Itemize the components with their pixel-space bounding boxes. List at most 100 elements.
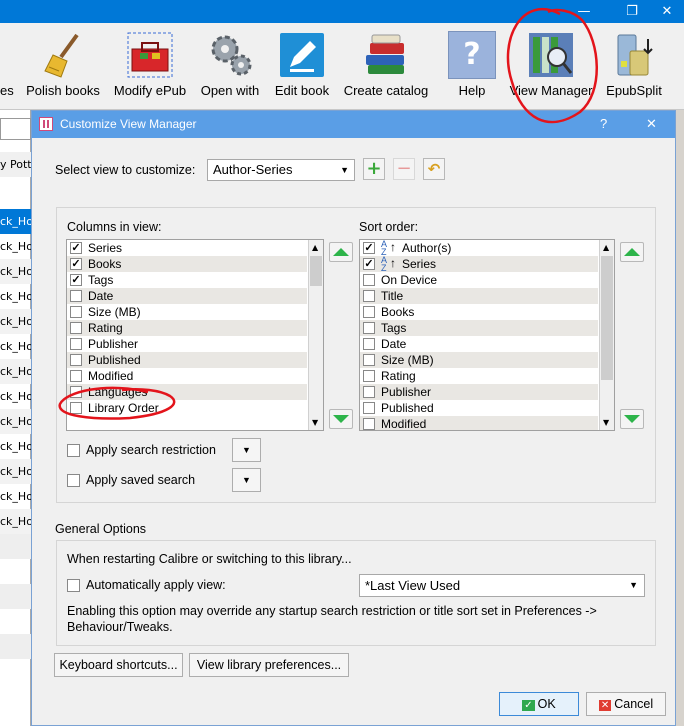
list-item[interactable]: ✓ Series (67, 240, 307, 256)
columns-scrollbar[interactable]: ▲ ▼ (308, 240, 323, 430)
list-item-checkbox[interactable]: ✓ (363, 242, 375, 254)
list-item[interactable]: Modified (360, 416, 598, 430)
add-view-button[interactable]: + (363, 158, 385, 180)
delete-view-button[interactable]: − (393, 158, 415, 180)
list-item[interactable]: Publisher (67, 336, 307, 352)
list-item[interactable]: ✓ Tags (67, 272, 307, 288)
list-item-checkbox[interactable]: ✓ (70, 274, 82, 286)
modify-epub-button[interactable]: Modify ePub (112, 23, 188, 110)
list-item[interactable]: Date (67, 288, 307, 304)
list-item[interactable]: Published (360, 400, 598, 416)
list-item[interactable]: Modified (67, 368, 307, 384)
list-item[interactable]: Title (360, 288, 598, 304)
rename-view-button[interactable]: ↶ (423, 158, 445, 180)
list-item-checkbox[interactable]: ✓ (363, 258, 375, 270)
ok-button[interactable]: ✓ OK (499, 692, 579, 716)
list-item[interactable]: Published (67, 352, 307, 368)
list-item[interactable]: Date (360, 336, 598, 352)
list-item-checkbox[interactable]: ✓ (70, 242, 82, 254)
table-row[interactable]: ck_Ho (0, 434, 31, 459)
auto-apply-checkbox[interactable] (67, 579, 80, 592)
scroll-thumb[interactable] (601, 256, 613, 380)
list-item-checkbox[interactable]: ✓ (70, 258, 82, 270)
list-item-checkbox[interactable] (363, 290, 375, 302)
table-row[interactable] (0, 534, 31, 559)
list-item[interactable]: Size (MB) (360, 352, 598, 368)
table-row[interactable]: ck_Ho (0, 259, 31, 284)
table-row[interactable] (0, 634, 31, 659)
table-row[interactable]: ck_Ho (0, 359, 31, 384)
sort-scrollbar[interactable]: ▲ ▼ (599, 240, 614, 430)
list-item[interactable]: ✓ Books (67, 256, 307, 272)
view-manager-button[interactable]: View Manager (508, 23, 594, 110)
epubsplit-button[interactable]: EpubSplit (600, 23, 668, 110)
list-item[interactable]: Size (MB) (67, 304, 307, 320)
list-item-checkbox[interactable] (70, 338, 82, 350)
table-row[interactable]: ck_Ho (0, 459, 31, 484)
table-row[interactable]: ck_Ho (0, 484, 31, 509)
dialog-close-button[interactable]: ✕ (646, 116, 657, 132)
list-item[interactable]: Publisher (360, 384, 598, 400)
sort-move-down-button[interactable] (620, 409, 644, 429)
list-item-checkbox[interactable] (363, 338, 375, 350)
list-item-checkbox[interactable] (363, 386, 375, 398)
list-item-checkbox[interactable] (363, 322, 375, 334)
list-item[interactable]: On Device (360, 272, 598, 288)
view-select[interactable]: Author-Series ▼ (207, 159, 355, 181)
list-item-checkbox[interactable] (363, 306, 375, 318)
list-item-checkbox[interactable] (70, 386, 82, 398)
columns-list[interactable]: ✓ Series ✓ Books ✓ Tags Date Size (MB) Rating Pub… (66, 239, 324, 431)
cancel-button[interactable]: ✕ Cancel (586, 692, 666, 716)
open-with-button[interactable]: Open with (196, 23, 264, 110)
list-item[interactable]: ✓ A Z ↑ Series (360, 256, 598, 273)
list-item-checkbox[interactable] (70, 290, 82, 302)
keyboard-shortcuts-button[interactable]: Keyboard shortcuts... (54, 653, 183, 677)
list-item[interactable]: Library Order (67, 400, 307, 416)
auto-apply-view-select[interactable]: *Last View Used ▼ (359, 574, 645, 597)
apply-saved-search-checkbox[interactable] (67, 474, 80, 487)
list-item[interactable]: Tags (360, 320, 598, 336)
list-item-checkbox[interactable] (363, 402, 375, 414)
close-window-button[interactable]: ✕ (650, 0, 684, 23)
list-item[interactable]: Books (360, 304, 598, 320)
list-item-checkbox[interactable] (363, 370, 375, 382)
list-item-checkbox[interactable] (363, 354, 375, 366)
list-item[interactable]: Rating (67, 320, 307, 336)
list-item[interactable]: Languages (67, 384, 307, 400)
list-item-checkbox[interactable] (70, 402, 82, 414)
list-item-checkbox[interactable] (363, 418, 375, 430)
table-row[interactable]: ck_Ho (0, 284, 31, 309)
table-row[interactable]: ck_Ho (0, 309, 31, 334)
table-row[interactable]: ck_Ho (0, 209, 31, 234)
list-item-checkbox[interactable] (70, 370, 82, 382)
toolbar-cut-item[interactable]: es (0, 23, 14, 110)
dialog-help-button[interactable]: ? (600, 116, 607, 131)
table-row[interactable]: ck_Ho (0, 334, 31, 359)
column-header-fragment[interactable]: y Pott (0, 152, 31, 177)
sort-order-list[interactable]: ✓ A Z ↑ Author(s) ✓ A Z ↑ Series On Device Title Boo… (359, 239, 615, 431)
view-library-preferences-button[interactable]: View library preferences... (189, 653, 349, 677)
list-item[interactable]: ✓ A Z ↑ Author(s) (360, 240, 598, 257)
list-item-checkbox[interactable] (70, 354, 82, 366)
sort-move-up-button[interactable] (620, 242, 644, 262)
column-move-up-button[interactable] (329, 242, 353, 262)
minimize-button[interactable]: — (564, 0, 604, 23)
table-row[interactable]: ck_Ho (0, 384, 31, 409)
list-item-checkbox[interactable] (70, 306, 82, 318)
create-catalog-button[interactable]: Create catalog (340, 23, 432, 110)
help-button[interactable]: ? Help (444, 23, 500, 110)
scroll-thumb[interactable] (310, 256, 322, 286)
polish-books-button[interactable]: Polish books (22, 23, 104, 110)
restore-button[interactable]: ❐ (612, 0, 652, 23)
search-box-fragment[interactable] (0, 118, 31, 140)
table-row[interactable]: ck_Ho (0, 409, 31, 434)
edit-book-button[interactable]: Edit book (272, 23, 332, 110)
apply-search-restriction-checkbox[interactable] (67, 444, 80, 457)
table-row[interactable]: ck_Ho (0, 234, 31, 259)
column-move-down-button[interactable] (329, 409, 353, 429)
list-item-checkbox[interactable] (70, 322, 82, 334)
list-item[interactable]: Rating (360, 368, 598, 384)
saved-search-dropdown[interactable]: ▼ (232, 468, 261, 492)
table-row[interactable]: ck_Ho (0, 509, 31, 534)
search-restriction-dropdown[interactable]: ▼ (232, 438, 261, 462)
